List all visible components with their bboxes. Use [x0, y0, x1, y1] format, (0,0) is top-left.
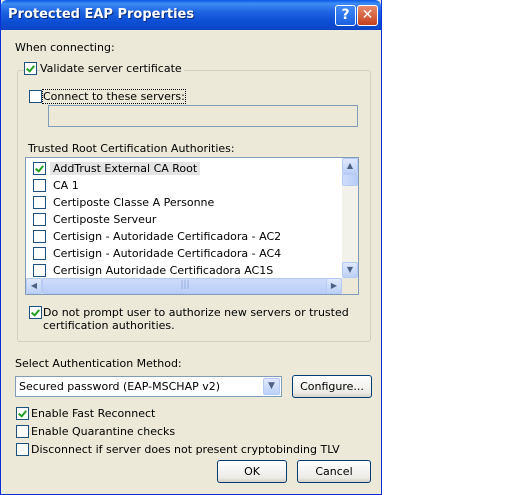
ca-list-item[interactable]: Certisign Autoridade Certificadora AC1S [26, 262, 342, 279]
ca-list-item[interactable]: Certiposte Serveur [26, 211, 342, 228]
ca-list-item[interactable]: Certisign - Autoridade Certificadora - A… [26, 245, 342, 262]
chevron-down-icon[interactable]: ▼ [263, 378, 280, 395]
ca-item-label: Certiposte Serveur [53, 213, 157, 226]
eap-properties-dialog: Protected EAP Properties ? ✕ When connec… [0, 0, 382, 495]
ca-list-item[interactable]: AddTrust External CA Root [26, 160, 342, 177]
validate-cert-checkbox[interactable] [24, 62, 37, 75]
ca-item-label: Certisign - Autoridade Certificadora - A… [53, 230, 282, 243]
help-button[interactable]: ? [335, 5, 356, 26]
scrollbar-corner [342, 278, 358, 294]
help-icon: ? [341, 7, 350, 23]
connect-servers-label[interactable]: Connect to these servers: [42, 89, 186, 104]
scroll-up-icon[interactable]: ▲ [342, 158, 358, 174]
quarantine-label[interactable]: Enable Quarantine checks [31, 425, 175, 438]
fast-reconnect-label[interactable]: Enable Fast Reconnect [31, 407, 155, 420]
ca-item-checkbox[interactable] [33, 179, 46, 192]
ok-button[interactable]: OK [217, 460, 287, 483]
ca-list-item[interactable]: Certiposte Classe A Personne [26, 194, 342, 211]
scroll-left-icon[interactable]: ◀ [26, 278, 42, 294]
no-prompt-label-line2[interactable]: certification authorities. [43, 319, 175, 332]
trusted-root-label: Trusted Root Certification Authorities: [28, 142, 235, 155]
servers-input[interactable] [48, 105, 358, 127]
close-button[interactable]: ✕ [357, 5, 378, 26]
no-prompt-checkbox[interactable] [29, 306, 42, 319]
validate-cert-label[interactable]: Validate server certificate [40, 62, 184, 75]
quarantine-checkbox[interactable] [16, 425, 29, 438]
disconnect-tlv-checkbox[interactable] [16, 443, 29, 456]
scroll-down-icon[interactable]: ▼ [342, 262, 358, 278]
connect-servers-checkbox[interactable] [29, 90, 42, 103]
vertical-scroll-thumb[interactable] [342, 174, 358, 186]
auth-method-value: Secured password (EAP-MSCHAP v2) [19, 380, 221, 393]
ca-item-label: Certiposte Classe A Personne [53, 196, 215, 209]
vertical-scrollbar[interactable]: ▲ ▼ [342, 158, 358, 278]
ca-listbox[interactable]: AddTrust External CA Root CA 1 Certiposte … [25, 157, 359, 295]
ca-item-label: CA 1 [53, 179, 79, 192]
when-connecting-label: When connecting: [15, 41, 115, 54]
ca-item-checkbox[interactable] [33, 230, 46, 243]
ca-item-label: Certisign Autoridade Certificadora AC1S [53, 264, 274, 277]
ca-list-item[interactable]: CA 1 [26, 177, 342, 194]
ca-list-item[interactable]: Certisign - Autoridade Certificadora - A… [26, 228, 342, 245]
close-icon: ✕ [361, 7, 374, 23]
ca-item-label: AddTrust External CA Root [50, 162, 201, 175]
ca-item-label: Certisign - Autoridade Certificadora - A… [53, 247, 282, 260]
scroll-right-icon[interactable]: ▶ [326, 278, 342, 294]
select-auth-label: Select Authentication Method: [15, 357, 182, 370]
configure-button[interactable]: Configure... [292, 375, 372, 398]
fast-reconnect-checkbox[interactable] [16, 407, 29, 420]
ca-item-checkbox[interactable] [33, 247, 46, 260]
title-bar[interactable]: Protected EAP Properties ? ✕ [1, 0, 381, 30]
cancel-button[interactable]: Cancel [297, 460, 371, 483]
auth-method-select[interactable]: Secured password (EAP-MSCHAP v2) ▼ [15, 376, 282, 397]
horizontal-scroll-thumb[interactable]: ||| [42, 278, 328, 294]
ca-item-checkbox[interactable] [33, 213, 46, 226]
ca-item-checkbox[interactable] [33, 196, 46, 209]
ca-item-checkbox[interactable] [33, 264, 46, 277]
window-title: Protected EAP Properties [8, 7, 195, 22]
no-prompt-label-line1[interactable]: Do not prompt user to authorize new serv… [43, 306, 349, 319]
disconnect-tlv-label[interactable]: Disconnect if server does not present cr… [31, 443, 340, 456]
horizontal-scrollbar[interactable]: ◀ ||| ▶ [26, 278, 342, 294]
ca-item-checkbox[interactable] [33, 162, 46, 175]
